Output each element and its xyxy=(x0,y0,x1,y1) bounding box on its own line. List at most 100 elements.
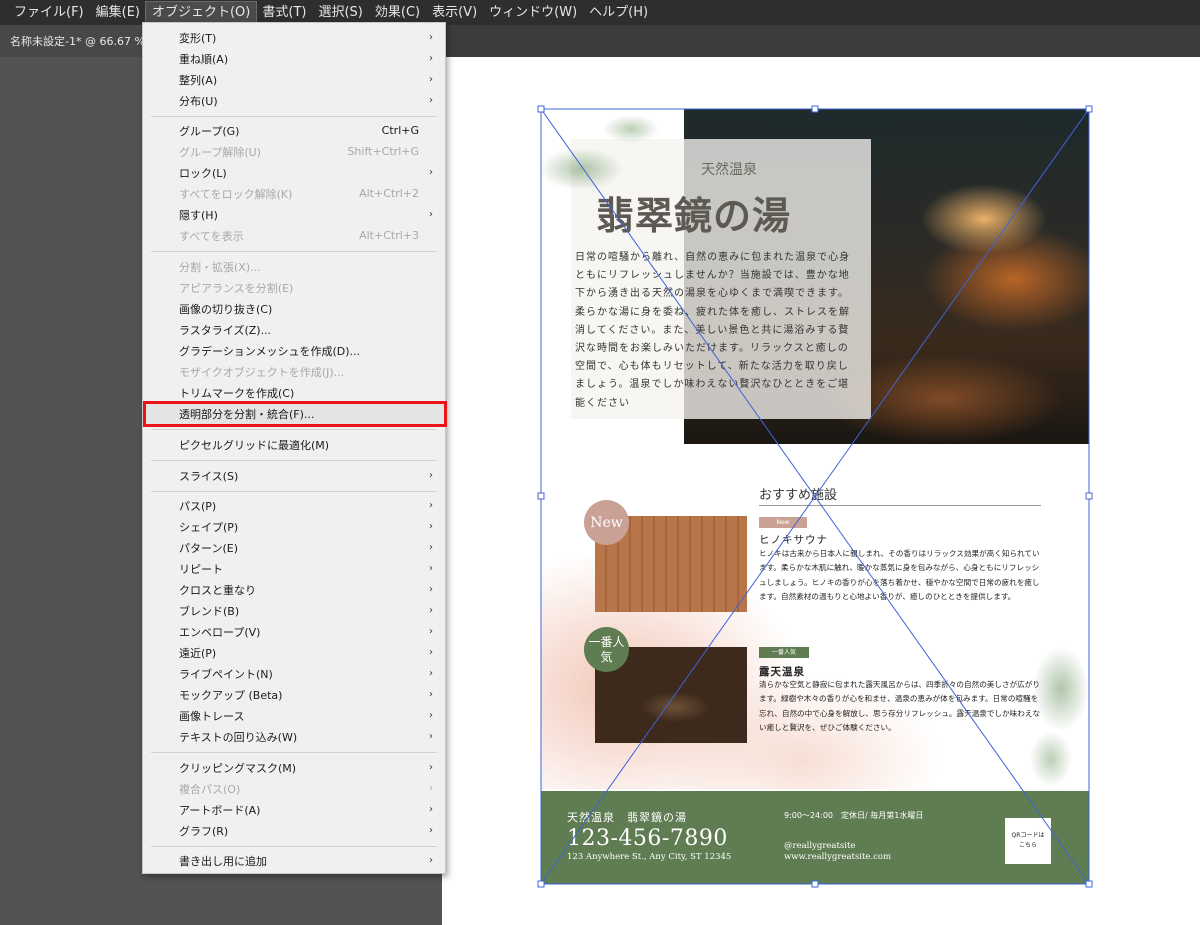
menu-item-align[interactable]: 整列(A) › xyxy=(143,69,445,90)
menu-item-label: クロスと重なり xyxy=(179,583,256,597)
menu-window[interactable]: ウィンドウ(W) xyxy=(483,2,583,23)
recommend-divider xyxy=(759,505,1041,506)
menu-item-label: シェイプ(P) xyxy=(179,520,239,534)
menu-item-mosaic[interactable]: モザイクオブジェクトを作成(J)... xyxy=(143,361,445,382)
menu-item-image-trace[interactable]: 画像トレース › xyxy=(143,705,445,726)
menu-item-intertwine[interactable]: クロスと重なり › xyxy=(143,579,445,600)
menu-item-shape[interactable]: シェイプ(P) › xyxy=(143,516,445,537)
submenu-arrow-icon: › xyxy=(429,542,433,553)
submenu-arrow-icon: › xyxy=(429,647,433,658)
menu-item-text-wrap[interactable]: テキストの回り込み(W) › xyxy=(143,726,445,747)
footer-sns: @reallygreatsite xyxy=(784,841,856,851)
submenu-arrow-icon: › xyxy=(429,470,433,481)
menu-item-export-add[interactable]: 書き出し用に追加 › xyxy=(143,850,445,871)
menu-item-label: グラフ(R) xyxy=(179,824,229,838)
menu-item-envelope[interactable]: エンベロープ(V) › xyxy=(143,621,445,642)
menu-item-label: 分布(U) xyxy=(179,94,218,108)
menu-item-path[interactable]: パス(P) › xyxy=(143,495,445,516)
submenu-arrow-icon: › xyxy=(429,825,433,836)
menu-item-label: トリムマークを作成(C) xyxy=(179,386,295,400)
menu-item-crop-image[interactable]: 画像の切り抜き(C) xyxy=(143,298,445,319)
menu-item-perspective[interactable]: 遠近(P) › xyxy=(143,642,445,663)
menu-item-label: 書き出し用に追加 xyxy=(179,854,267,868)
menu-item-label: 整列(A) xyxy=(179,73,218,87)
menu-item-rasterize[interactable]: ラスタライズ(Z)... xyxy=(143,319,445,340)
footer-facility-name: 天然温泉 翡翠鏡の湯 xyxy=(567,811,687,824)
menu-item-repeat[interactable]: リピート › xyxy=(143,558,445,579)
menu-item-label: モザイクオブジェクトを作成(J)... xyxy=(179,365,345,379)
submenu-arrow-icon: › xyxy=(429,32,433,43)
menu-item-pixel-grid[interactable]: ピクセルグリッドに最適化(M) xyxy=(143,434,445,455)
object-menu-dropdown: 変形(T) › 重ね順(A) › 整列(A) › 分布(U) › グループ(G) Ctrl… xyxy=(142,22,446,874)
menu-item-label: テキストの回り込み(W) xyxy=(179,730,298,744)
submenu-arrow-icon: › xyxy=(429,855,433,866)
menu-item-label: クリッピングマスク(M) xyxy=(179,761,297,775)
submenu-arrow-icon: › xyxy=(429,762,433,773)
menu-item-distribute[interactable]: 分布(U) › xyxy=(143,90,445,111)
menu-item-transform[interactable]: 変形(T) › xyxy=(143,27,445,48)
menu-effect[interactable]: 効果(C) xyxy=(369,2,426,23)
menu-item-blend[interactable]: ブレンド(B) › xyxy=(143,600,445,621)
menu-file[interactable]: ファイル(F) xyxy=(8,2,90,23)
menu-item-label: ラスタライズ(Z)... xyxy=(179,323,272,337)
menu-separator xyxy=(151,491,437,492)
menu-item-unlock-all[interactable]: すべてをロック解除(K) Alt+Ctrl+2 xyxy=(143,183,445,204)
submenu-arrow-icon: › xyxy=(429,209,433,220)
outdoor-bath-name: 露天温泉 xyxy=(759,666,805,678)
menu-item-trim-marks[interactable]: トリムマークを作成(C) xyxy=(143,382,445,403)
highlight-annotation-box xyxy=(143,401,447,427)
submenu-arrow-icon: › xyxy=(429,605,433,616)
menu-edit[interactable]: 編集(E) xyxy=(90,2,146,23)
submenu-arrow-icon: › xyxy=(429,53,433,64)
menu-item-expand[interactable]: 分割・拡張(X)... xyxy=(143,256,445,277)
menu-item-label: パス(P) xyxy=(179,499,217,513)
menu-item-mockup[interactable]: モックアップ (Beta) › xyxy=(143,684,445,705)
menu-item-hide[interactable]: 隠す(H) › xyxy=(143,204,445,225)
menu-separator xyxy=(151,460,437,461)
flyer-design[interactable]: 天然温泉 翡翠鏡の湯 日常の喧騒から離れ、自然の恵みに包まれた温泉で心身ともにリ… xyxy=(541,109,1089,884)
menu-item-group[interactable]: グループ(G) Ctrl+G xyxy=(143,120,445,141)
menu-item-label: エンベロープ(V) xyxy=(179,625,261,639)
menu-item-pattern[interactable]: パターン(E) › xyxy=(143,537,445,558)
footer-phone: 123-456-7890 xyxy=(567,826,728,851)
submenu-arrow-icon: › xyxy=(429,74,433,85)
menu-item-gradient-mesh[interactable]: グラデーションメッシュを作成(D)... xyxy=(143,340,445,361)
document-tab[interactable]: 名称未設定-1* @ 66.67 % xyxy=(0,25,142,57)
menu-item-label: 変形(T) xyxy=(179,31,217,45)
menu-item-shortcut: Shift+Ctrl+G xyxy=(347,145,419,158)
menu-item-lock[interactable]: ロック(L) › xyxy=(143,162,445,183)
submenu-arrow-icon: › xyxy=(429,95,433,106)
submenu-arrow-icon: › xyxy=(429,731,433,742)
sauna-description: ヒノキは古来から日本人に親しまれ、その香りはリラックス効果が高く知られています。… xyxy=(759,549,1040,601)
menu-item-label: ピクセルグリッドに最適化(M) xyxy=(179,438,330,452)
outdoor-bath-description: 清らかな空気と静寂に包まれた露天風呂からは、四季折々の自然の美しさが広がります。… xyxy=(759,680,1041,732)
menu-separator xyxy=(151,116,437,117)
submenu-arrow-icon: › xyxy=(429,710,433,721)
menu-view[interactable]: 表示(V) xyxy=(426,2,483,23)
menu-item-label: グラデーションメッシュを作成(D)... xyxy=(179,344,360,358)
recommend-heading: おすすめ施設 xyxy=(759,488,838,503)
menu-item-slice[interactable]: スライス(S) › xyxy=(143,465,445,486)
sauna-name: ヒノキサウナ xyxy=(759,534,828,546)
menu-help[interactable]: ヘルプ(H) xyxy=(583,2,654,23)
new-badge: New xyxy=(584,500,629,545)
submenu-arrow-icon: › xyxy=(429,563,433,574)
menu-item-arrange[interactable]: 重ね順(A) › xyxy=(143,48,445,69)
menu-item-clipping-mask[interactable]: クリッピングマスク(M) › xyxy=(143,757,445,778)
menu-select[interactable]: 選択(S) xyxy=(312,2,368,23)
menu-item-compound-path[interactable]: 複合パス(O) › xyxy=(143,778,445,799)
menu-type[interactable]: 書式(T) xyxy=(256,2,312,23)
menu-item-artboards[interactable]: アートボード(A) › xyxy=(143,799,445,820)
menu-item-ungroup[interactable]: グループ解除(U) Shift+Ctrl+G xyxy=(143,141,445,162)
menu-item-show-all[interactable]: すべてを表示 Alt+Ctrl+3 xyxy=(143,225,445,246)
menu-item-live-paint[interactable]: ライブペイント(N) › xyxy=(143,663,445,684)
submenu-arrow-icon: › xyxy=(429,584,433,595)
menu-item-expand-appearance[interactable]: アピアランスを分割(E) xyxy=(143,277,445,298)
menu-item-label: グループ解除(U) xyxy=(179,145,261,159)
footer-website: www.reallygreatsite.com xyxy=(784,852,892,862)
menu-item-label: すべてを表示 xyxy=(179,229,244,243)
menu-item-graph[interactable]: グラフ(R) › xyxy=(143,820,445,841)
menu-item-label: スライス(S) xyxy=(179,469,239,483)
menu-item-label: アピアランスを分割(E) xyxy=(179,281,294,295)
menu-object[interactable]: オブジェクト(O) xyxy=(144,1,258,24)
